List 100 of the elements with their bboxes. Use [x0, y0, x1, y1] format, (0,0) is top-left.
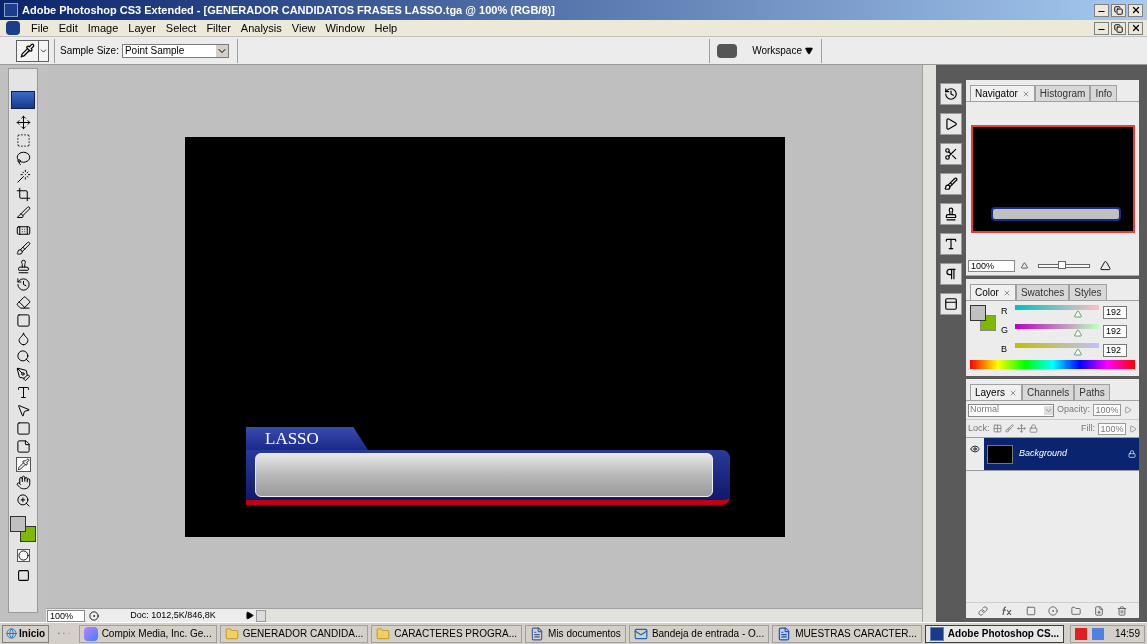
type-tool-icon[interactable] [15, 385, 31, 400]
eyedropper-tool-icon[interactable] [15, 457, 31, 472]
taskbar-button[interactable]: Bandeja de entrada - O... [628, 624, 770, 643]
panel-tab[interactable]: Histogram [1034, 85, 1091, 101]
gradient-tool-icon[interactable] [15, 313, 31, 328]
vertical-scrollbar[interactable] [922, 65, 936, 622]
channel-slider[interactable] [1015, 305, 1099, 319]
stamp-tool-icon[interactable] [15, 259, 31, 274]
menu-item[interactable]: Layer [123, 19, 161, 37]
screen-mode-icon[interactable] [16, 569, 30, 582]
slider-thumb[interactable] [1074, 310, 1082, 318]
taskbar-button[interactable]: Compix Media, Inc. Ge... [78, 624, 217, 643]
horizontal-scrollbar[interactable] [266, 609, 922, 622]
crop-tool-icon[interactable] [15, 187, 31, 202]
brush-panel-button[interactable] [940, 173, 962, 195]
opacity-field[interactable]: 100% [1093, 404, 1121, 416]
window-restore-button[interactable] [1111, 3, 1126, 17]
color-ramp[interactable] [970, 360, 1135, 369]
zoom-field[interactable]: 100% [47, 609, 85, 622]
close-icon[interactable] [1002, 288, 1011, 297]
type-panel-button[interactable] [940, 233, 962, 255]
play-panel-button[interactable] [940, 113, 962, 135]
document-close-button[interactable] [1128, 21, 1143, 35]
panel-tab[interactable]: Channels [1022, 384, 1075, 400]
taskbar-button[interactable]: Adobe Photoshop CS... [924, 624, 1064, 643]
close-icon[interactable] [1021, 89, 1030, 98]
taskbar-button[interactable]: CARACTERES PROGRA... [371, 624, 523, 643]
panel-tab[interactable]: Navigator [970, 85, 1035, 101]
sample-size-dropdown[interactable]: Point Sample [121, 43, 229, 58]
navigator-zoom-field[interactable]: 100% [968, 259, 1015, 272]
bandage-tool-icon[interactable] [15, 223, 31, 238]
panel-tab[interactable]: Swatches [1015, 284, 1070, 300]
pointer-tool-icon[interactable] [15, 403, 31, 418]
panel-tab[interactable]: Color [970, 284, 1016, 300]
taskbar-button[interactable]: GENERADOR CANDIDA... [219, 624, 369, 643]
slider-thumb[interactable] [1057, 260, 1066, 269]
menu-item[interactable]: Window [320, 19, 370, 37]
fill-field[interactable]: 100% [1098, 422, 1126, 435]
new-layer-icon[interactable] [1093, 605, 1104, 616]
lock-pixels-icon[interactable] [992, 424, 1002, 433]
mask-icon[interactable] [1025, 605, 1036, 616]
brush-tool-icon[interactable] [15, 241, 31, 256]
menu-item[interactable]: Image [82, 19, 124, 37]
quick-mask-icon[interactable] [16, 549, 30, 562]
lock-position-icon[interactable] [1016, 424, 1026, 433]
note-tool-icon[interactable] [15, 439, 31, 454]
menu-item[interactable]: Edit [53, 19, 83, 37]
hand-tool-icon[interactable] [15, 475, 31, 490]
status-menu-icon[interactable] [89, 610, 99, 621]
history-panel-button[interactable] [940, 83, 962, 105]
panel-panel-button[interactable] [940, 293, 962, 315]
lock-all-icon[interactable] [1028, 424, 1038, 433]
color-swatches[interactable] [970, 305, 996, 331]
window-minimize-button[interactable] [1094, 3, 1109, 17]
group-icon[interactable] [1071, 605, 1082, 616]
zoom-tool-icon[interactable] [15, 493, 31, 508]
menu-item[interactable]: Help [369, 19, 403, 37]
channel-value-field[interactable]: 192 [1103, 343, 1127, 357]
link-layers-icon[interactable] [978, 605, 989, 616]
rectangle-tool-icon[interactable] [15, 421, 31, 436]
channel-slider[interactable] [1015, 343, 1099, 357]
slider-thumb[interactable] [1074, 329, 1082, 337]
status-arrow-icon[interactable] [245, 611, 254, 620]
wand-tool-icon[interactable] [15, 169, 31, 184]
menu-item[interactable]: Filter [201, 19, 236, 37]
blend-mode-dropdown[interactable]: Normal [968, 403, 1054, 417]
delete-icon[interactable] [1116, 605, 1127, 616]
stamp-panel-button[interactable] [940, 203, 962, 225]
document-restore-button[interactable] [1111, 21, 1126, 35]
eraser-tool-icon[interactable] [15, 295, 31, 310]
marquee-tool-icon[interactable] [15, 133, 31, 148]
history-brush-icon[interactable] [15, 277, 31, 292]
move-tool-icon[interactable] [15, 115, 31, 130]
dodge-tool-icon[interactable] [15, 349, 31, 364]
channel-value-field[interactable]: 192 [1103, 324, 1127, 338]
pen-tool-icon[interactable] [15, 367, 31, 382]
layer-row[interactable]: Background [984, 438, 1139, 470]
drop-tool-icon[interactable] [15, 331, 31, 346]
taskbar-button[interactable]: MUESTRAS CARACTER... [772, 624, 922, 643]
fx-icon[interactable] [1001, 605, 1014, 616]
document-minimize-button[interactable] [1094, 21, 1109, 35]
knife-tool-icon[interactable] [15, 205, 31, 220]
taskbar-button[interactable]: Mis documentos [525, 624, 626, 643]
zoom-in-icon[interactable] [1100, 260, 1111, 271]
window-close-button[interactable] [1128, 3, 1143, 17]
panel-tab[interactable]: Paths [1074, 384, 1110, 400]
pilcrow-panel-button[interactable] [940, 263, 962, 285]
panel-tab[interactable]: Styles [1069, 284, 1107, 300]
panel-tab[interactable]: Layers [970, 384, 1022, 400]
slider-thumb[interactable] [1074, 348, 1082, 356]
bridge-search-icon[interactable] [717, 43, 738, 58]
start-button[interactable]: Inicio [2, 624, 50, 643]
menu-item[interactable]: Analysis [235, 19, 287, 37]
tool-preset-picker[interactable] [16, 39, 49, 62]
workspace-menu[interactable]: Workspace [752, 43, 813, 58]
panel-tab[interactable]: Info [1090, 85, 1118, 101]
adjustment-icon[interactable] [1048, 605, 1059, 616]
menu-item[interactable]: Select [160, 19, 202, 37]
menu-item[interactable]: File [26, 19, 54, 37]
channel-value-field[interactable]: 192 [1103, 305, 1127, 319]
